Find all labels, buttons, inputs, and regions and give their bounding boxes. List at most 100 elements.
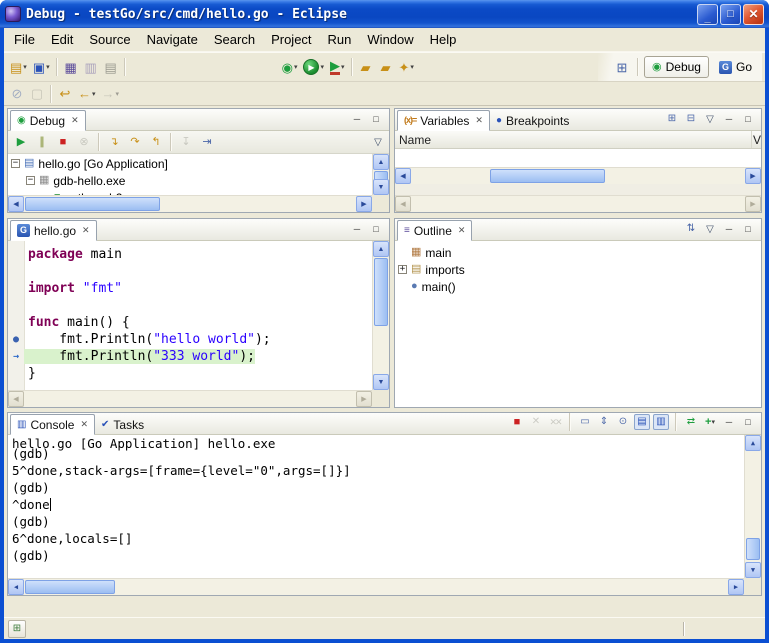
open-console-button[interactable]: +▾: [702, 414, 718, 430]
expander-icon[interactable]: −: [11, 159, 20, 168]
menu-help[interactable]: Help: [422, 29, 465, 50]
save-button[interactable]: ▦: [61, 56, 81, 78]
tab-breakpoints[interactable]: ● Breakpoints: [490, 110, 575, 131]
close-tab-icon[interactable]: ✕: [458, 225, 466, 236]
new-wizard-button[interactable]: ▤▾: [7, 56, 30, 78]
code-line[interactable]: import "fmt": [8, 280, 372, 297]
expander-icon[interactable]: −: [26, 176, 35, 185]
code-line[interactable]: package main: [8, 246, 372, 263]
show-on-stderr-button[interactable]: ▥: [653, 414, 669, 430]
view-menu-button[interactable]: ▽: [702, 221, 718, 237]
last-edit-location-button[interactable]: ↩: [55, 83, 75, 105]
pin-console-button[interactable]: ⊙: [615, 414, 631, 430]
minimize-window-button[interactable]: _: [697, 4, 718, 25]
show-on-stdout-button[interactable]: ▤: [634, 414, 650, 430]
tab-variables[interactable]: (x)= Variables ✕: [397, 110, 490, 131]
tab-tasks[interactable]: ✔ Tasks: [95, 414, 150, 435]
scroll-lock-button[interactable]: ⇕: [596, 414, 612, 430]
scrollbar-thumb[interactable]: [25, 580, 115, 594]
breakpoint-icon[interactable]: ●: [8, 335, 24, 345]
expander-icon[interactable]: +: [398, 265, 407, 274]
tab-hello-go[interactable]: G hello.go ✕: [10, 220, 97, 241]
resume-button[interactable]: ▶: [11, 131, 31, 153]
new-menu-button[interactable]: ▣▾: [30, 56, 53, 78]
step-return-button[interactable]: ↰: [146, 131, 166, 153]
scroll-left-icon[interactable]: ◀: [8, 196, 24, 212]
maximize-view-button[interactable]: □: [368, 111, 384, 127]
scroll-up-icon[interactable]: ▲: [373, 241, 389, 257]
menu-navigate[interactable]: Navigate: [139, 29, 206, 50]
minimize-view-button[interactable]: ─: [721, 111, 737, 127]
collapse-all-button[interactable]: ⊟: [683, 111, 699, 127]
console-vertical-scrollbar[interactable]: ▲ ▼: [744, 435, 761, 578]
maximize-view-button[interactable]: □: [740, 221, 756, 237]
minimize-view-button[interactable]: ─: [721, 414, 737, 430]
open-resource-button[interactable]: ▰: [356, 56, 376, 78]
scroll-left-icon[interactable]: ◀: [395, 168, 411, 184]
code-line[interactable]: func main() {: [8, 314, 372, 331]
scroll-left-icon[interactable]: ◀: [8, 579, 24, 595]
skip-breakpoints-button[interactable]: ⊘: [7, 83, 27, 105]
tree-item-main[interactable]: ▦main: [395, 244, 761, 261]
menu-file[interactable]: File: [6, 29, 43, 50]
code-line[interactable]: → fmt.Println("333 world");: [8, 348, 372, 365]
debug-horizontal-scrollbar[interactable]: ◀ ▶: [8, 195, 372, 212]
tree-item-gdb-hello-exe[interactable]: −▦gdb-hello.exe: [8, 172, 372, 189]
terminate-button[interactable]: ■: [53, 131, 73, 153]
minimize-view-button[interactable]: ─: [349, 221, 365, 237]
display-selected-console-button[interactable]: ⇄: [683, 414, 699, 430]
menu-run[interactable]: Run: [320, 29, 360, 50]
scroll-down-icon[interactable]: ▼: [745, 562, 761, 578]
scroll-up-icon[interactable]: ▲: [745, 435, 761, 451]
menu-search[interactable]: Search: [206, 29, 263, 50]
remove-launch-button[interactable]: ✕: [528, 414, 544, 430]
step-into-button[interactable]: ↴: [104, 131, 124, 153]
console-horizontal-scrollbar[interactable]: ◀ ▶: [8, 578, 744, 595]
menu-project[interactable]: Project: [263, 29, 319, 50]
tab-console[interactable]: ▥ Console ✕: [10, 414, 95, 435]
tab-outline[interactable]: ≡ Outline ✕: [397, 220, 472, 241]
view-menu-button[interactable]: ▽: [370, 134, 386, 150]
terminate-console-button[interactable]: ■: [509, 414, 525, 430]
code-line[interactable]: ● fmt.Println("hello world");: [8, 331, 372, 348]
scroll-right-icon[interactable]: ▶: [745, 168, 761, 184]
scroll-right-icon[interactable]: ▶: [728, 579, 744, 595]
view-menu-button[interactable]: ▽: [702, 111, 718, 127]
editor-horizontal-scrollbar[interactable]: ◀ ▶: [8, 390, 372, 407]
perspective-go[interactable]: GGo: [711, 56, 760, 78]
search-button[interactable]: ✦▾: [396, 56, 417, 78]
tree-item-hello-go-go-application[interactable]: −▤hello.go [Go Application]: [8, 155, 372, 172]
maximize-view-button[interactable]: □: [740, 414, 756, 430]
code-line[interactable]: [8, 297, 372, 314]
scrollbar-thumb[interactable]: [25, 197, 160, 211]
maximize-view-button[interactable]: □: [740, 111, 756, 127]
sort-button[interactable]: ⇅: [683, 221, 699, 237]
run-button[interactable]: ▶▾: [300, 56, 327, 78]
editor-body[interactable]: package main import "fmt" func main() {●…: [8, 241, 389, 407]
variables-horizontal-scrollbar[interactable]: ◀ ▶: [395, 167, 761, 184]
remove-all-launches-button[interactable]: ✕✕: [547, 414, 563, 430]
close-tab-icon[interactable]: ✕: [80, 419, 88, 430]
variables-column-header[interactable]: Name V: [395, 131, 761, 149]
scroll-right-icon[interactable]: ▶: [356, 196, 372, 212]
minimize-view-button[interactable]: ─: [349, 111, 365, 127]
external-tools-button[interactable]: ▶▾: [327, 56, 348, 78]
clear-console-button[interactable]: ▭: [577, 414, 593, 430]
scroll-down-icon[interactable]: ▼: [373, 374, 389, 390]
save-all-button[interactable]: ▥: [81, 56, 101, 78]
console-text[interactable]: hello.go [Go Application] hello.exe (gdb…: [8, 435, 744, 578]
tree-item-main[interactable]: ●main(): [395, 278, 761, 295]
close-tab-icon[interactable]: ✕: [71, 115, 79, 126]
drop-to-frame-button[interactable]: ↧: [176, 131, 196, 153]
forward-button[interactable]: →▾: [99, 83, 123, 105]
print-button[interactable]: ▤: [101, 56, 121, 78]
fast-view-button[interactable]: ⊞: [8, 620, 26, 638]
maximize-view-button[interactable]: □: [368, 221, 384, 237]
scroll-up-icon[interactable]: ▲: [373, 154, 389, 170]
menu-edit[interactable]: Edit: [43, 29, 81, 50]
scrollbar-thumb[interactable]: [490, 169, 605, 183]
suspend-button[interactable]: ∥: [32, 131, 52, 153]
close-tab-icon[interactable]: ✕: [82, 225, 90, 236]
editor-code[interactable]: package main import "fmt" func main() {●…: [8, 241, 372, 390]
instruction-pointer-icon[interactable]: →: [8, 352, 24, 362]
